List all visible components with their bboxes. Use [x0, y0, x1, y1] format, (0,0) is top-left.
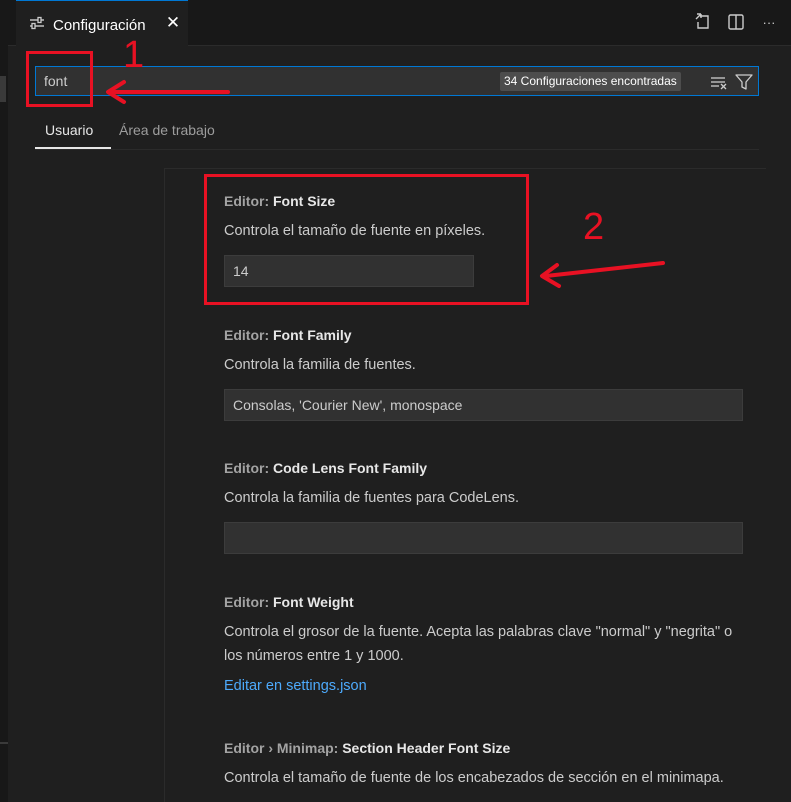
- setting-description: Controla el tamaño de fuente en píxeles.: [224, 223, 486, 239]
- setting-category: Editor:: [224, 327, 273, 343]
- sidebar-edge: [0, 0, 8, 802]
- tab-title: Configuración: [53, 17, 146, 34]
- setting-category: Editor:: [224, 460, 273, 476]
- edit-in-settings-json-link[interactable]: Editar en settings.json: [224, 678, 744, 694]
- setting-title: Editor: Font Weight: [224, 594, 744, 610]
- setting-title: Editor: Font Size: [224, 193, 744, 209]
- filter-icon[interactable]: [734, 72, 754, 92]
- font-size-input[interactable]: [224, 255, 474, 287]
- sidebar-edge-mark: [0, 76, 6, 102]
- annotation-label-1: 1: [123, 34, 145, 76]
- settings-sliders-icon: [29, 16, 45, 30]
- setting-title: Editor › Minimap: Section Header Font Si…: [224, 740, 744, 756]
- open-settings-json-icon[interactable]: [693, 12, 713, 32]
- tab-settings[interactable]: Configuración ✕: [16, 0, 188, 46]
- settings-list: Editor: Font Size Controla el tamaño de …: [164, 168, 766, 802]
- setting-title: Editor: Code Lens Font Family: [224, 460, 744, 476]
- setting-minimap-section-header-font-size: Editor › Minimap: Section Header Font Si…: [224, 740, 744, 790]
- annotation-label-2: 2: [583, 206, 605, 248]
- search-input[interactable]: [44, 71, 484, 91]
- setting-name: Code Lens Font Family: [273, 460, 428, 476]
- font-family-input[interactable]: [224, 389, 743, 421]
- setting-code-lens-font-family: Editor: Code Lens Font Family Controla l…: [224, 460, 744, 554]
- setting-description: Controla el grosor de la fuente. Acepta …: [224, 624, 733, 664]
- tab-user[interactable]: Usuario: [45, 122, 93, 138]
- setting-font-weight: Editor: Font Weight Controla el grosor d…: [224, 594, 744, 694]
- setting-description: Controla la familia de fuentes para Code…: [224, 490, 520, 506]
- editor-actions: ···: [693, 12, 779, 32]
- tab-workspace[interactable]: Área de trabajo: [119, 122, 215, 138]
- settings-scope-tabs: Usuario Área de trabajo: [35, 108, 759, 150]
- setting-font-size: Editor: Font Size Controla el tamaño de …: [224, 193, 744, 287]
- active-tab-indicator: [35, 147, 111, 149]
- setting-title: Editor: Font Family: [224, 327, 744, 343]
- setting-category: Editor › Minimap:: [224, 740, 343, 756]
- more-actions-icon[interactable]: ···: [759, 12, 779, 32]
- clear-filter-icon[interactable]: [709, 72, 729, 92]
- setting-name: Font Size: [273, 193, 336, 209]
- setting-name: Font Weight: [273, 594, 354, 610]
- setting-name: Section Header Font Size: [342, 740, 511, 756]
- setting-font-family: Editor: Font Family Controla la familia …: [224, 327, 744, 421]
- setting-name: Font Family: [273, 327, 352, 343]
- code-lens-font-family-input[interactable]: [224, 522, 743, 554]
- close-icon[interactable]: ✕: [164, 14, 182, 32]
- setting-description: Controla el tamaño de fuente de los enca…: [224, 770, 724, 786]
- sidebar-edge-divider: [0, 742, 8, 744]
- split-editor-icon[interactable]: [726, 12, 746, 32]
- results-count-badge: 34 Configuraciones encontradas: [500, 72, 681, 91]
- setting-category: Editor:: [224, 193, 273, 209]
- setting-category: Editor:: [224, 594, 273, 610]
- setting-description: Controla la familia de fuentes.: [224, 357, 416, 373]
